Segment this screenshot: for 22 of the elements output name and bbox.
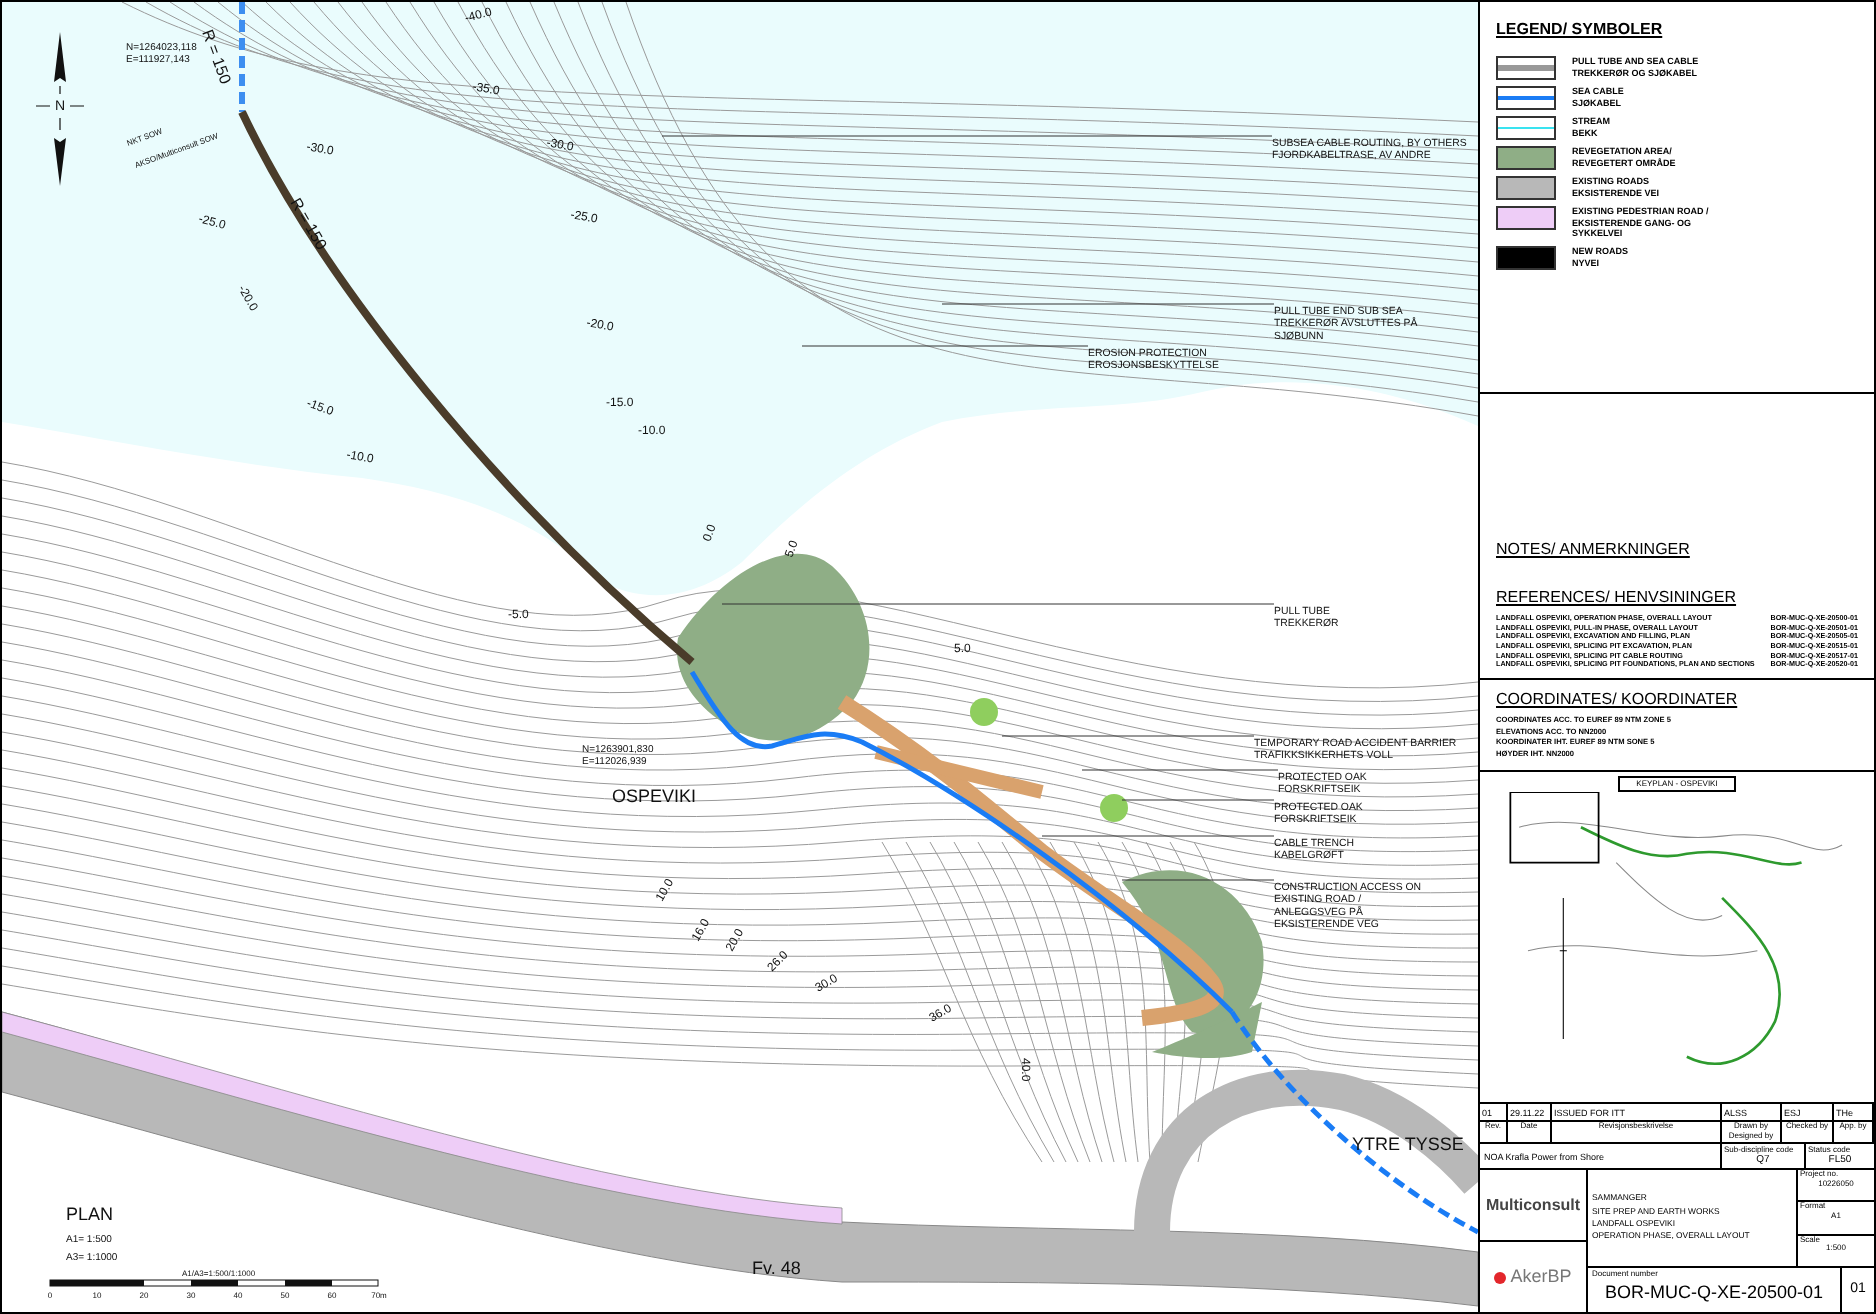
place-name: OSPEVIKI xyxy=(612,786,697,806)
legend-title: LEGEND/ SYMBOLER xyxy=(1496,18,1665,42)
notes-title: NOTES/ ANMERKNINGER xyxy=(1496,538,1692,562)
legend-swatch-icon xyxy=(1496,206,1556,230)
north-arrow-icon xyxy=(35,32,85,186)
legend-swatch-icon xyxy=(1496,146,1556,170)
radius-label: R = 150 xyxy=(198,27,235,87)
legend-swatch-icon xyxy=(1496,86,1556,110)
place-name: YTRE TYSSE xyxy=(1352,1134,1464,1154)
plan-title: PLAN xyxy=(66,1204,114,1224)
legend-swatch-icon xyxy=(1496,176,1556,200)
place-name: Fv. 48 xyxy=(752,1258,801,1278)
legend-swatch-icon xyxy=(1496,56,1556,80)
legend-swatch-icon xyxy=(1496,116,1556,140)
flower-logo-icon xyxy=(1494,1271,1507,1283)
legend-swatch-icon xyxy=(1496,245,1556,270)
references-title: REFERENCES/ HENVSININGER xyxy=(1496,586,1739,610)
coordinates-title: COORDINATES/ KOORDINATER xyxy=(1496,688,1740,713)
company-logo: Multiconsult xyxy=(1480,1170,1586,1242)
radius-label: R = 150 xyxy=(286,195,331,253)
client-logo: AkerBP xyxy=(1510,1263,1572,1290)
document-number: BOR-MUC-Q-XE-20500-01 xyxy=(1602,1280,1826,1306)
